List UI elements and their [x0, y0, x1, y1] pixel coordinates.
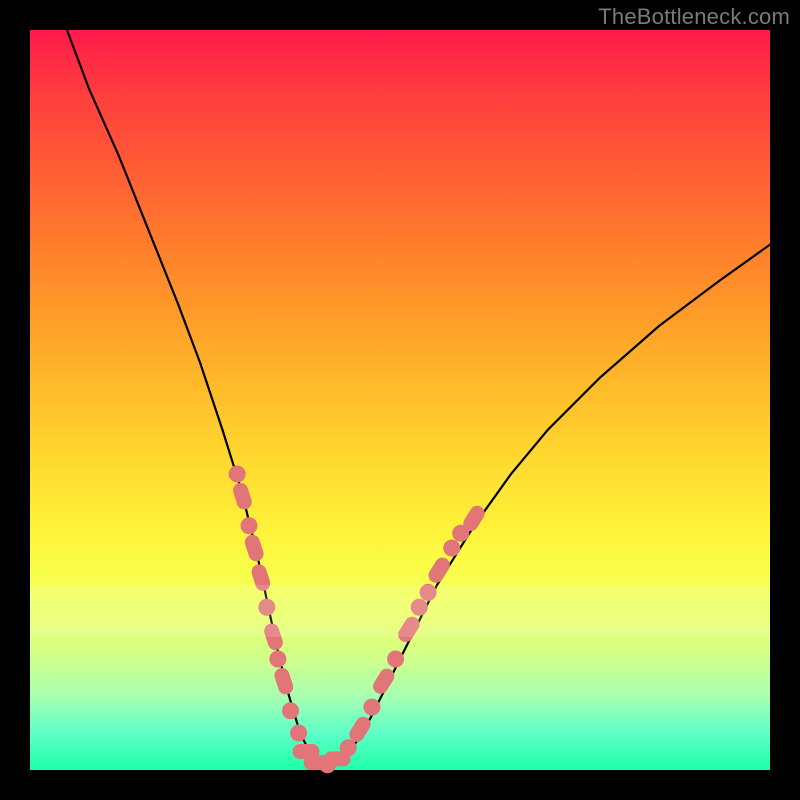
curve-marker: [426, 555, 452, 584]
chart-frame: TheBottleneck.com: [0, 0, 800, 800]
plot-area: [30, 30, 770, 770]
curve-marker: [283, 703, 299, 719]
watermark-text: TheBottleneck.com: [598, 4, 790, 30]
curve-marker: [273, 667, 294, 696]
curve-marker: [291, 725, 307, 741]
curve-marker: [232, 482, 253, 511]
curve-marker: [411, 599, 427, 615]
curve-marker: [229, 466, 245, 482]
curve-markers: [229, 466, 487, 773]
curve-marker: [244, 533, 265, 562]
curve-marker: [364, 699, 380, 715]
curve-marker: [241, 518, 257, 534]
curve-marker: [270, 651, 286, 667]
bottleneck-curve: [67, 30, 770, 766]
curve-marker: [250, 563, 271, 592]
curve-svg: [30, 30, 770, 770]
curve-marker: [396, 615, 422, 644]
curve-marker: [420, 584, 436, 600]
curve-marker: [340, 740, 356, 756]
curve-marker: [444, 540, 460, 556]
curve-marker: [259, 599, 275, 615]
curve-marker: [388, 651, 404, 667]
curve-marker: [371, 666, 397, 695]
curve-marker: [263, 622, 284, 651]
